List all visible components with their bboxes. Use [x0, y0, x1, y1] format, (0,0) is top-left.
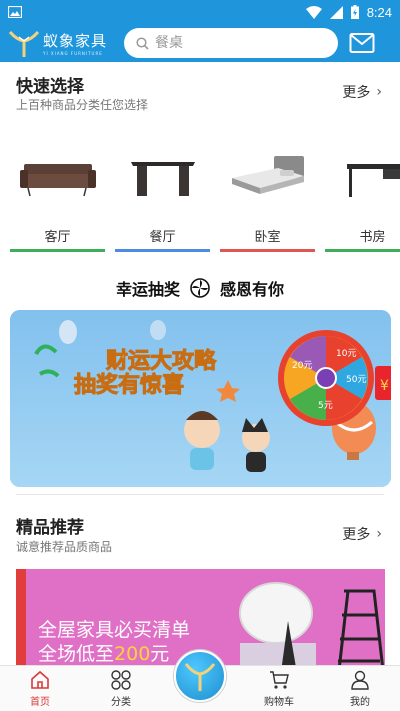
- lottery-title-left: 幸运抽奖: [115, 280, 180, 299]
- featured-subtitle: 诚意推荐品质商品: [16, 540, 113, 554]
- category-label: 书房: [359, 230, 386, 245]
- lottery-banner[interactable]: 财运大攻略 抽奖有惊喜 10元 50元 5元 20元 ¥: [10, 310, 391, 487]
- grid-icon: [111, 670, 131, 690]
- quick-select-subtitle: 上百种商品分类任您选择: [16, 98, 149, 112]
- category-study[interactable]: 书房: [325, 140, 400, 252]
- status-bar: 8:24: [0, 0, 400, 24]
- sofa-image: [20, 164, 96, 197]
- category-bedroom[interactable]: 卧室: [220, 140, 315, 252]
- category-underline: [115, 249, 210, 252]
- chevron-right-icon: ›: [376, 84, 382, 100]
- logo-y-icon: [8, 30, 40, 57]
- logo-subtitle: YI XIANG FURNITURE: [43, 51, 103, 56]
- banner-line1: 财运大攻略: [106, 348, 217, 374]
- category-label: 客厅: [44, 230, 71, 245]
- home-icon: [31, 670, 49, 689]
- center-logo-button[interactable]: [174, 650, 226, 702]
- category-living-room[interactable]: 客厅: [10, 140, 105, 252]
- nav-label: 购物车: [264, 697, 294, 708]
- svg-text:¥: ¥: [380, 378, 389, 394]
- wheel-label: 10元: [336, 349, 356, 359]
- app-logo[interactable]: 蚁象家具 YI XIANG FURNITURE: [8, 28, 118, 58]
- logo-y-icon: [184, 663, 216, 691]
- app-header: 蚁象家具 YI XIANG FURNITURE: [0, 24, 400, 62]
- dining-table-image: [131, 162, 195, 196]
- promo-line2: 全场低至200元: [38, 639, 169, 666]
- image-notification-icon: [8, 6, 22, 18]
- search-box[interactable]: [124, 28, 338, 58]
- promo-line1: 全屋家具必买清单: [38, 619, 191, 641]
- category-label: 餐厅: [149, 230, 176, 245]
- nav-cart[interactable]: 购物车: [239, 666, 319, 711]
- nav-home[interactable]: 首页: [0, 666, 80, 711]
- category-list: 客厅 餐厅 卧室 书房: [10, 140, 400, 252]
- category-underline: [325, 249, 400, 252]
- promo-amount: 200: [114, 643, 151, 665]
- quick-select-more-link[interactable]: 更多 ›: [342, 82, 382, 102]
- featured-title: 精品推荐: [16, 518, 84, 538]
- wheel-label: 20元: [292, 361, 312, 371]
- wheel-label: 50元: [346, 375, 366, 385]
- nav-profile[interactable]: 我的: [320, 666, 400, 711]
- more-label: 更多: [342, 527, 371, 543]
- nav-label: 首页: [30, 697, 50, 708]
- category-label: 卧室: [254, 230, 281, 245]
- chevron-right-icon: ›: [376, 526, 382, 542]
- category-underline: [220, 249, 315, 252]
- section-divider: [16, 494, 384, 495]
- lottery-title: 幸运抽奖 感恩有你: [0, 276, 400, 300]
- quick-select-title: 快速选择: [16, 77, 84, 97]
- wifi-icon: [305, 5, 322, 19]
- user-icon: [351, 670, 369, 690]
- lottery-banner-art: 财运大攻略 抽奖有惊喜 10元 50元 5元 20元 ¥: [10, 310, 391, 487]
- nav-category[interactable]: 分类: [81, 666, 161, 711]
- banner-line2: 抽奖有惊喜: [74, 372, 184, 398]
- message-icon[interactable]: [349, 32, 375, 54]
- category-dining-room[interactable]: 餐厅: [115, 140, 210, 252]
- category-underline: [10, 249, 105, 252]
- desk-image: [347, 164, 400, 197]
- search-input[interactable]: [155, 35, 315, 51]
- promo-prefix: 全场低至: [38, 643, 115, 665]
- promo-suffix: 元: [150, 643, 170, 665]
- wheel-label: 5元: [318, 401, 333, 411]
- more-label: 更多: [342, 85, 371, 101]
- featured-more-link[interactable]: 更多 ›: [342, 524, 382, 544]
- pinwheel-icon: [190, 278, 210, 298]
- logo-name: 蚁象家具: [43, 32, 108, 50]
- lottery-title-right: 感恩有你: [220, 280, 285, 299]
- bed-image: [232, 156, 304, 194]
- nav-label: 分类: [111, 697, 131, 708]
- cart-icon: [270, 671, 289, 689]
- status-time: 8:24: [366, 4, 392, 20]
- battery-icon: [350, 5, 359, 19]
- signal-icon: [329, 5, 343, 19]
- nav-label: 我的: [350, 697, 370, 708]
- search-icon: [136, 36, 149, 50]
